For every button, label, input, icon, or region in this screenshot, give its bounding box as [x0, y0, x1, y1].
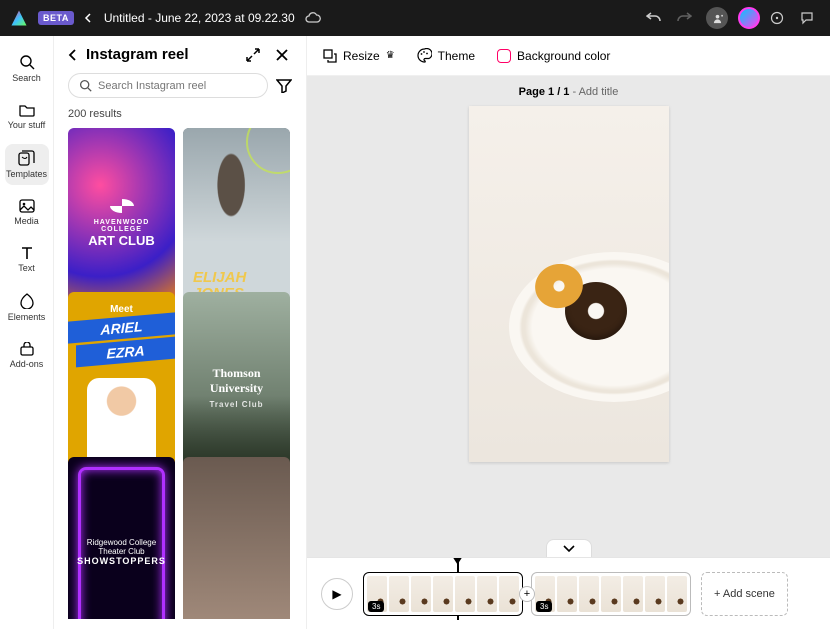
card-title: SHOWSTOPPERS — [77, 556, 166, 566]
results-count: 200 results — [68, 108, 292, 120]
rail-label: Elements — [8, 312, 46, 322]
card-subtitle: Ridgewood College Theater Club — [76, 538, 167, 556]
artboard[interactable] — [469, 106, 669, 462]
search-icon — [79, 79, 92, 92]
panel-back-button[interactable] — [68, 49, 78, 61]
background-tool[interactable]: Background color — [497, 49, 610, 63]
timeline-clip[interactable]: 3s — [531, 572, 691, 616]
tool-label: Theme — [438, 49, 475, 63]
stage[interactable]: Page 1 / 1 - Add title — [307, 76, 830, 557]
user-avatar[interactable] — [738, 7, 760, 29]
share-button[interactable] — [706, 7, 728, 29]
crown-icon: ♛ — [386, 50, 395, 61]
rail-search[interactable]: Search — [5, 48, 49, 89]
card-subtitle: HAVENWOOD COLLEGE — [76, 219, 167, 233]
timeline-clip[interactable]: 3s — [363, 572, 523, 616]
folder-icon — [19, 103, 35, 117]
card-title: ART CLUB — [88, 233, 154, 248]
panel-title: Instagram reel — [86, 46, 234, 63]
tool-label: Resize — [343, 49, 380, 63]
timeline: ▶ 3s + 3s + Add scene — [307, 557, 830, 629]
background-swatch — [497, 49, 511, 63]
help-icon[interactable] — [770, 11, 790, 25]
addons-icon — [19, 342, 35, 356]
card-title: Thomson University — [191, 366, 282, 396]
rail-elements[interactable]: Elements — [5, 287, 49, 328]
rail-label: Text — [18, 263, 35, 273]
rail-label: Your stuff — [8, 120, 46, 130]
search-input[interactable] — [98, 80, 257, 92]
rail-label: Add-ons — [10, 359, 44, 369]
templates-icon — [18, 150, 36, 166]
add-scene-button[interactable]: + Add scene — [701, 572, 788, 616]
theme-tool[interactable]: Theme — [417, 48, 475, 63]
beta-badge: BETA — [38, 11, 74, 25]
redo-button[interactable] — [676, 11, 696, 25]
undo-button[interactable] — [646, 11, 666, 25]
clip-duration: 3s — [536, 601, 552, 612]
comment-icon[interactable] — [800, 11, 820, 25]
rail-templates[interactable]: Templates — [5, 144, 49, 185]
canvas-toolbar: Resize ♛ Theme Background color — [307, 36, 830, 76]
collapse-timeline-button[interactable] — [546, 539, 592, 557]
page-label[interactable]: Page 1 / 1 - Add title — [519, 86, 619, 98]
left-rail: Search Your stuff Templates Media Text E… — [0, 36, 54, 629]
document-title[interactable]: Untitled - June 22, 2023 at 09.22.30 — [104, 11, 295, 25]
rail-text[interactable]: Text — [5, 240, 49, 279]
elements-icon — [19, 293, 35, 309]
template-card[interactable]: Ridgewood College Theater Club SHOWSTOPP… — [68, 457, 175, 619]
back-button[interactable] — [84, 13, 94, 23]
app-logo — [10, 9, 28, 27]
text-icon — [20, 246, 34, 260]
tool-label: Background color — [517, 49, 610, 63]
rail-label: Media — [14, 216, 39, 226]
theme-icon — [417, 48, 432, 63]
rail-label: Templates — [6, 169, 47, 179]
search-input-wrap[interactable] — [68, 73, 268, 98]
template-card[interactable]: Thomson University Travel Club ✦ — [183, 292, 290, 482]
media-icon — [19, 199, 35, 213]
resize-tool[interactable]: Resize ♛ — [323, 49, 395, 63]
template-card[interactable]: Meet ARIEL EZRA ▶ — [68, 292, 175, 482]
cloud-sync-icon — [305, 12, 321, 24]
templates-panel: Instagram reel 200 results HAVENWOOD COL… — [54, 36, 306, 629]
template-grid[interactable]: HAVENWOOD COLLEGE ART CLUB ▶ ELIJAHJONES… — [68, 128, 292, 619]
template-card[interactable]: ELIJAHJONES ▶ — [183, 128, 290, 318]
rail-your-stuff[interactable]: Your stuff — [5, 97, 49, 136]
top-bar: BETA Untitled - June 22, 2023 at 09.22.3… — [0, 0, 830, 36]
expand-icon[interactable] — [242, 48, 264, 62]
card-logo-shape — [110, 199, 134, 213]
close-icon[interactable] — [272, 49, 292, 61]
filter-icon[interactable] — [276, 79, 292, 93]
template-card[interactable]: HAVENWOOD COLLEGE ART CLUB ▶ — [68, 128, 175, 318]
template-card[interactable] — [183, 457, 290, 619]
rail-label: Search — [12, 73, 41, 83]
rail-media[interactable]: Media — [5, 193, 49, 232]
rail-addons[interactable]: Add-ons — [5, 336, 49, 375]
canvas-area: Resize ♛ Theme Background color Page 1 /… — [306, 36, 830, 629]
clip-duration: 3s — [368, 601, 384, 612]
play-button[interactable]: ▶ — [321, 578, 353, 610]
resize-icon — [323, 49, 337, 63]
add-title-hint[interactable]: - Add title — [569, 86, 618, 98]
add-between-button[interactable]: + — [519, 586, 535, 602]
search-icon — [19, 54, 35, 70]
